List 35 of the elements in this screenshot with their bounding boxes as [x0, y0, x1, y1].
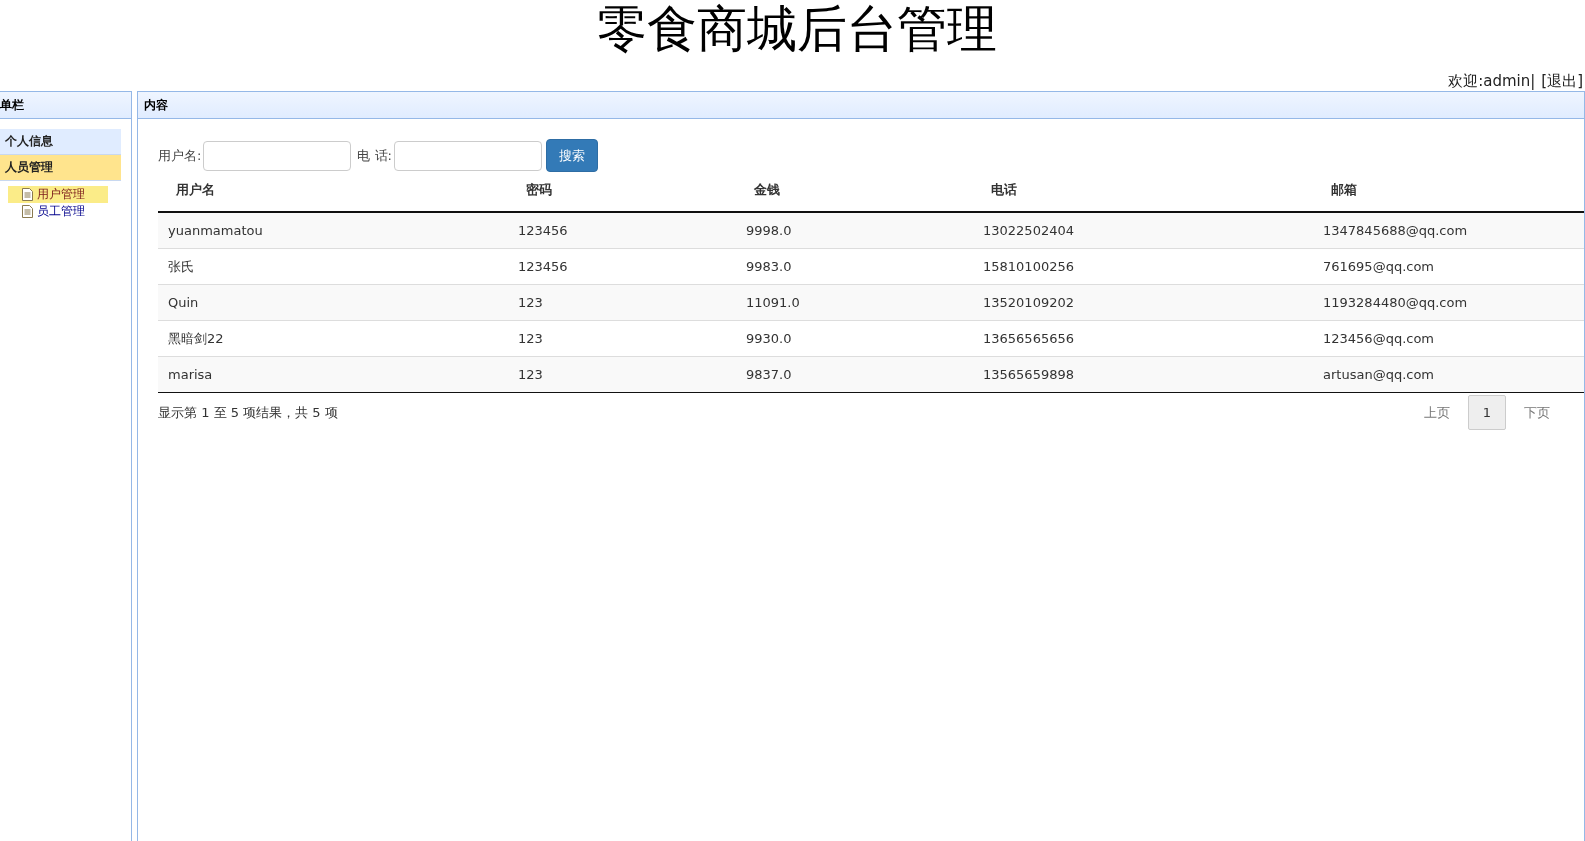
- sidebar-title: 单栏: [0, 96, 24, 114]
- table-cell: artusan@qq.com: [1313, 356, 1584, 393]
- phone-label: 电 话:: [357, 146, 392, 165]
- results-info: 显示第 1 至 5 项结果，共 5 项: [158, 403, 338, 422]
- table-cell: 9998.0: [736, 212, 973, 249]
- content-title: 内容: [144, 96, 168, 114]
- document-icon: [22, 205, 33, 218]
- username-field[interactable]: [203, 140, 352, 171]
- table-cell: 123: [508, 356, 736, 393]
- table-cell: 123456: [508, 212, 736, 249]
- welcome-text: 欢迎:admin|: [1448, 72, 1536, 90]
- table-cell: 1193284480@qq.com: [1313, 284, 1584, 321]
- next-page-link[interactable]: 下页: [1524, 403, 1550, 422]
- table-cell: 11091.0: [736, 284, 973, 321]
- accordion-header[interactable]: 人员管理: [0, 155, 121, 181]
- table-cell: 13520109202: [973, 284, 1313, 321]
- table-cell: 123: [508, 284, 736, 321]
- table-cell: 9837.0: [736, 356, 973, 393]
- table-cell: 1347845688@qq.com: [1313, 212, 1584, 249]
- table-cell: yuanmamatou: [158, 212, 508, 249]
- logout-link[interactable]: [退出]: [1541, 72, 1583, 90]
- tree-item[interactable]: 员工管理: [8, 203, 108, 220]
- table-cell: Quin: [158, 284, 508, 321]
- document-icon: [22, 188, 33, 201]
- prev-page-link[interactable]: 上页: [1423, 403, 1450, 422]
- tree-item[interactable]: 用户管理: [8, 186, 108, 203]
- username-label: 用户名:: [158, 146, 202, 165]
- phone-field[interactable]: [393, 140, 542, 171]
- page-title: 零食商城后台管理: [595, 0, 998, 58]
- table-cell: 13565659898: [973, 356, 1313, 393]
- search-button[interactable]: 搜索: [545, 139, 598, 172]
- page-button[interactable]: 1: [1467, 395, 1506, 430]
- table-cell: 13022502404: [973, 212, 1313, 249]
- accordion-header[interactable]: 个人信息: [0, 129, 121, 155]
- table-cell: marisa: [158, 356, 508, 393]
